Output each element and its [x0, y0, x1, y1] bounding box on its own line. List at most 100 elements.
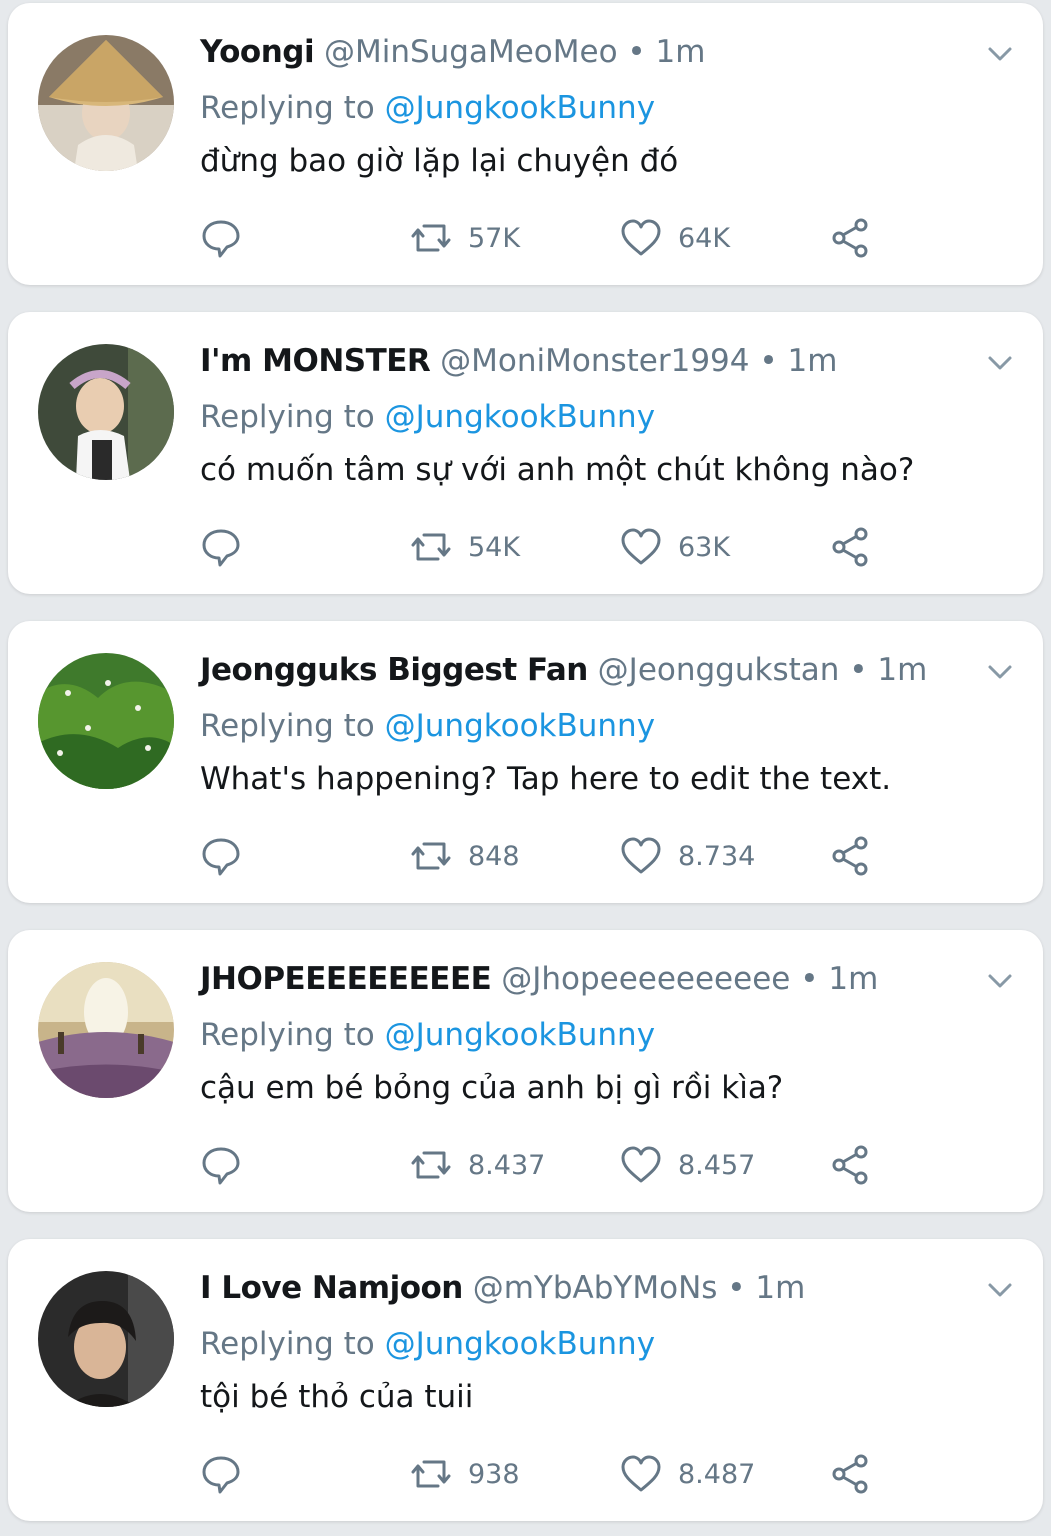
tweet-actions: 848 8.734: [200, 831, 900, 881]
tweet-card[interactable]: I Love Namjoon @mYbAbYMoNs • 1m Replying…: [8, 1239, 1043, 1521]
chevron-down-icon[interactable]: [985, 1275, 1015, 1305]
replying-to-line: Replying to @JungkookBunny: [200, 394, 980, 440]
tweet-card[interactable]: Jeongguks Biggest Fan @Jeonggukstan • 1m…: [8, 621, 1043, 903]
share-icon: [832, 1145, 868, 1185]
avatar[interactable]: [38, 344, 174, 480]
display-name[interactable]: I'm MONSTER: [200, 343, 431, 379]
tweet-header: Yoongi @MinSugaMeoMeo • 1m: [200, 29, 980, 75]
retweet-icon: [411, 1151, 451, 1179]
tweet-card[interactable]: I'm MONSTER @MoniMonster1994 • 1m Replyi…: [8, 312, 1043, 594]
avatar[interactable]: [38, 962, 174, 1098]
comment-bubble-icon: [202, 1456, 240, 1494]
tweet-time: 1m: [828, 961, 879, 997]
display-name[interactable]: JHOPEEEEEEEEEE: [200, 961, 492, 997]
replying-to-line: Replying to @JungkookBunny: [200, 703, 980, 749]
like-count: 8.457: [678, 1149, 756, 1181]
chevron-down-icon[interactable]: [985, 966, 1015, 996]
separator-dot: •: [849, 652, 868, 688]
like-button[interactable]: 8.487: [620, 1449, 755, 1499]
chevron-down-icon[interactable]: [985, 39, 1015, 69]
separator-dot: •: [759, 343, 778, 379]
tweet-text: cậu em bé bỏng của anh bị gì rồi kìa?: [200, 1070, 784, 1106]
retweet-icon: [411, 842, 451, 870]
tweet-header: JHOPEEEEEEEEEE @Jhopeeeeeeeeee • 1m: [200, 956, 980, 1002]
retweet-icon: [411, 224, 451, 252]
share-button[interactable]: [830, 1449, 872, 1499]
comment-bubble-icon: [202, 220, 240, 258]
retweet-button[interactable]: 57K: [410, 213, 520, 263]
reply-button[interactable]: [200, 213, 242, 263]
separator-dot: •: [800, 961, 819, 997]
tweet-text: tội bé thỏ của tuii: [200, 1379, 474, 1415]
share-icon: [832, 836, 868, 876]
replying-to-link[interactable]: @JungkookBunny: [385, 708, 655, 744]
tweet-time: 1m: [755, 1270, 806, 1306]
retweet-count: 938: [468, 1458, 520, 1490]
like-count: 8.734: [678, 840, 756, 872]
heart-icon: [621, 528, 661, 565]
replying-to-label: Replying to: [200, 399, 375, 435]
replying-to-line: Replying to @JungkookBunny: [200, 1012, 980, 1058]
retweet-button[interactable]: 8.437: [410, 1140, 545, 1190]
like-button[interactable]: 63K: [620, 522, 730, 572]
tweet-time: 1m: [877, 652, 928, 688]
separator-dot: •: [727, 1270, 746, 1306]
share-icon: [832, 1454, 868, 1494]
like-button[interactable]: 8.457: [620, 1140, 755, 1190]
user-handle[interactable]: @Jeonggukstan: [598, 652, 840, 688]
display-name[interactable]: I Love Namjoon: [200, 1270, 463, 1306]
share-icon: [832, 218, 868, 258]
replying-to-line: Replying to @JungkookBunny: [200, 85, 980, 131]
tweet-actions: 54K 63K: [200, 522, 900, 572]
tweet-header: I Love Namjoon @mYbAbYMoNs • 1m: [200, 1265, 980, 1311]
replying-to-line: Replying to @JungkookBunny: [200, 1321, 980, 1367]
reply-button[interactable]: [200, 1140, 242, 1190]
replying-to-link[interactable]: @JungkookBunny: [385, 1017, 655, 1053]
reply-button[interactable]: [200, 831, 242, 881]
replying-to-label: Replying to: [200, 1326, 375, 1362]
tweet-feed: Yoongi @MinSugaMeoMeo • 1m Replying to @…: [0, 0, 1051, 1536]
avatar[interactable]: [38, 653, 174, 789]
share-button[interactable]: [830, 831, 872, 881]
replying-to-link[interactable]: @JungkookBunny: [385, 90, 655, 126]
like-button[interactable]: 64K: [620, 213, 730, 263]
tweet-card[interactable]: JHOPEEEEEEEEEE @Jhopeeeeeeeeee • 1m Repl…: [8, 930, 1043, 1212]
retweet-button[interactable]: 848: [410, 831, 520, 881]
chevron-down-icon[interactable]: [985, 348, 1015, 378]
display-name[interactable]: Yoongi: [200, 34, 315, 70]
tweet-time: 1m: [787, 343, 838, 379]
retweet-count: 848: [468, 840, 520, 872]
replying-to-link[interactable]: @JungkookBunny: [385, 399, 655, 435]
user-handle[interactable]: @Jhopeeeeeeeeee: [501, 961, 790, 997]
like-count: 8.487: [678, 1458, 756, 1490]
replying-to-label: Replying to: [200, 1017, 375, 1053]
replying-to-label: Replying to: [200, 90, 375, 126]
user-handle[interactable]: @MoniMonster1994: [440, 343, 749, 379]
reply-button[interactable]: [200, 1449, 242, 1499]
heart-icon: [621, 1146, 661, 1183]
tweet-card[interactable]: Yoongi @MinSugaMeoMeo • 1m Replying to @…: [8, 3, 1043, 285]
retweet-button[interactable]: 54K: [410, 522, 520, 572]
replying-to-link[interactable]: @JungkookBunny: [385, 1326, 655, 1362]
reply-button[interactable]: [200, 522, 242, 572]
display-name[interactable]: Jeongguks Biggest Fan: [200, 652, 588, 688]
share-button[interactable]: [830, 522, 872, 572]
comment-bubble-icon: [202, 838, 240, 876]
tweet-text: What's happening? Tap here to edit the t…: [200, 761, 892, 797]
like-button[interactable]: 8.734: [620, 831, 755, 881]
tweet-text: có muốn tâm sự với anh một chút không nà…: [200, 452, 915, 488]
user-handle[interactable]: @mYbAbYMoNs: [473, 1270, 718, 1306]
avatar[interactable]: [38, 1271, 174, 1407]
retweet-count: 8.437: [468, 1149, 546, 1181]
share-button[interactable]: [830, 1140, 872, 1190]
heart-icon: [621, 219, 661, 256]
share-icon: [832, 527, 868, 567]
user-handle[interactable]: @MinSugaMeoMeo: [324, 34, 618, 70]
retweet-button[interactable]: 938: [410, 1449, 520, 1499]
tweet-text: đừng bao giờ lặp lại chuyện đó: [200, 143, 679, 179]
tweet-time: 1m: [655, 34, 706, 70]
avatar[interactable]: [38, 35, 174, 171]
chevron-down-icon[interactable]: [985, 657, 1015, 687]
share-button[interactable]: [830, 213, 872, 263]
retweet-count: 54K: [468, 531, 521, 563]
